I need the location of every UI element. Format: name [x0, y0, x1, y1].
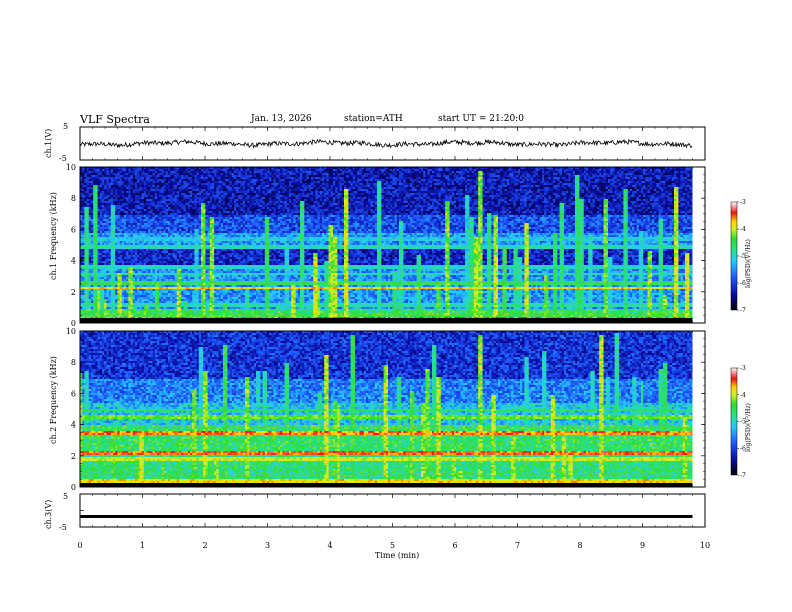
- colorbar1-label: log(PSD)(V²/Hz): [745, 239, 752, 288]
- colorbar1-tick-label: -7: [740, 307, 746, 314]
- ch2-spectrogram-image: [80, 331, 705, 487]
- x-tick-label: 3: [265, 541, 270, 550]
- colorbar2-label: log(PSD)(V²/Hz): [745, 403, 752, 452]
- ch1-spectrogram-baseline: [80, 318, 693, 323]
- ch1-spectrogram-ytick-label: 6: [71, 225, 76, 234]
- x-tick-label: 6: [452, 541, 457, 550]
- ch1-spectrogram-ytick-label: 8: [71, 194, 76, 203]
- ch3-waveform-ylabel: ch.3(V): [44, 500, 53, 529]
- vlf-figure: 024681002468100 1 2 3 4 5 6 7 8 9 10-3-4-5-6-7-3-4…: [0, 0, 792, 612]
- ch1-spectrogram-ytick-label: 2: [71, 288, 76, 297]
- ch1-spectrogram-ytick-label: 4: [71, 257, 76, 266]
- ch1-waveform-frame: [80, 127, 705, 160]
- ch2-spectrogram-ytick-label: 0: [71, 483, 76, 492]
- ch1-waveform-ytick-top: 5: [63, 122, 68, 131]
- ch2-spectrogram-ylabel-channel: ch.2 Frequency (kHz): [49, 356, 58, 444]
- ch1-spectrogram-image: [80, 167, 705, 323]
- x-axis-label: Time (min): [375, 551, 419, 560]
- ch2-spectrogram-baseline: [80, 483, 693, 487]
- x-tick-label: 7: [515, 541, 520, 550]
- colorbar2-tick-label: -4: [740, 392, 746, 399]
- colorbar1: [731, 202, 737, 310]
- ch2-spectrogram-ytick-label: 8: [71, 358, 76, 367]
- x-tick-label: 9: [640, 541, 645, 550]
- ch2-spectrogram-ytick-label: 4: [71, 421, 76, 430]
- ch1-waveform-ytick-bottom: -5: [59, 154, 67, 163]
- x-tick-label: 5: [390, 541, 395, 550]
- colorbar1-tick-label: -4: [740, 226, 746, 233]
- ch2-spectrogram-ytick-label: 10: [66, 327, 76, 336]
- ch3-waveform-frame: [80, 494, 705, 527]
- x-tick-label: 10: [700, 541, 710, 550]
- x-tick-label: 1: [140, 541, 145, 550]
- colorbar2-tick-label: -3: [740, 365, 746, 372]
- ch3-waveform-ytick-top: 5: [63, 492, 68, 501]
- x-tick-label: 2: [202, 541, 207, 550]
- x-tick-label: 4: [327, 541, 332, 550]
- ch1-waveform-line: [80, 140, 692, 148]
- ch2-spectrogram-ytick-label: 6: [71, 389, 76, 398]
- colorbar2: [731, 368, 737, 475]
- colorbar1-tick-label: -3: [740, 199, 746, 206]
- colorbar2-tick-label: -7: [740, 472, 746, 479]
- ch3-waveform-ytick-bottom: -5: [59, 523, 67, 532]
- ch1-waveform-ylabel: ch.1(V): [44, 129, 53, 158]
- ch1-spectrogram-ylabel-channel: ch.1 Frequency (kHz): [49, 192, 58, 280]
- x-tick-label: 8: [577, 541, 582, 550]
- ch2-spectrogram-ytick-label: 2: [71, 452, 76, 461]
- x-tick-label: 0: [77, 541, 82, 550]
- ch1-spectrogram-ytick-label: 10: [66, 163, 76, 172]
